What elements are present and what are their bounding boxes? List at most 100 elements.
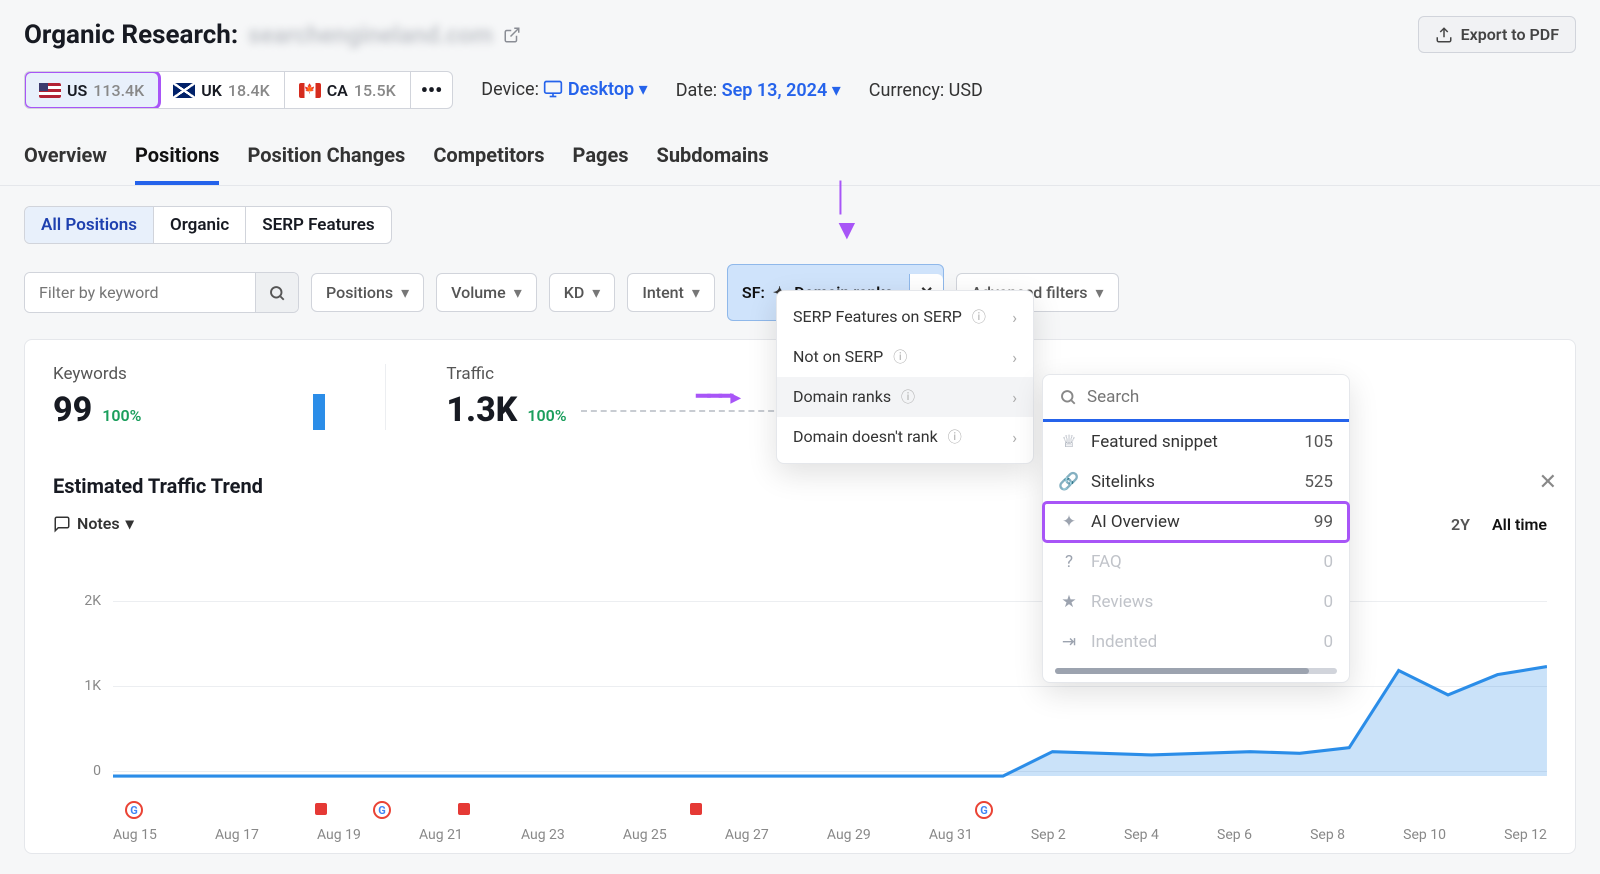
feature-search-input[interactable] bbox=[1087, 387, 1333, 407]
device-label: Device: bbox=[481, 79, 539, 100]
filter-kd[interactable]: KD▾ bbox=[549, 273, 616, 312]
x-tick: Sep 12 bbox=[1504, 827, 1547, 843]
feature-featured-snippet[interactable]: ♕Featured snippet 105 bbox=[1043, 422, 1349, 462]
upload-icon bbox=[1435, 26, 1453, 44]
filter-intent[interactable]: Intent▾ bbox=[627, 273, 715, 312]
feature-count: 0 bbox=[1323, 632, 1333, 652]
filter-positions[interactable]: Positions▾ bbox=[311, 273, 424, 312]
tab-positions[interactable]: Positions bbox=[135, 143, 219, 185]
chevron-down-icon: ▾ bbox=[514, 283, 522, 302]
feature-sitelinks[interactable]: 🔗Sitelinks 525 bbox=[1043, 462, 1349, 502]
sf-option-serp-on-serp[interactable]: SERP Features on SERP ⓘ › bbox=[777, 297, 1033, 337]
x-tick: Aug 19 bbox=[317, 827, 361, 843]
device-selector[interactable]: Device: Desktop ▾ bbox=[481, 79, 647, 101]
y-tick: 1K bbox=[53, 678, 101, 694]
x-tick: Aug 15 bbox=[113, 827, 157, 843]
metric-pct: 100% bbox=[527, 406, 566, 425]
notes-button[interactable]: Notes ▾ bbox=[53, 514, 134, 533]
metric-value: 1.3K bbox=[446, 390, 517, 430]
feature-indented[interactable]: ⇥Indented 0 bbox=[1043, 622, 1349, 662]
currency-label: Currency: USD bbox=[869, 80, 983, 101]
close-chart-button[interactable]: ✕ bbox=[1539, 470, 1557, 495]
tab-competitors[interactable]: Competitors bbox=[433, 143, 544, 185]
feature-count: 0 bbox=[1323, 592, 1333, 612]
chevron-down-icon: ▾ bbox=[692, 283, 700, 302]
google-update-marker[interactable]: G bbox=[975, 801, 993, 819]
search-icon bbox=[268, 284, 286, 302]
range-all-time[interactable]: All time bbox=[1492, 515, 1547, 534]
x-tick: Aug 27 bbox=[725, 827, 769, 843]
desktop-icon bbox=[543, 80, 567, 101]
metric-pct: 100% bbox=[102, 406, 141, 425]
info-icon: ⓘ bbox=[901, 390, 915, 406]
country-more-button[interactable]: ••• bbox=[411, 72, 453, 108]
metric-keywords: Keywords 99 100% bbox=[53, 364, 386, 430]
feature-ai-overview[interactable]: ✦AI Overview 99 bbox=[1043, 502, 1349, 542]
x-tick: Aug 23 bbox=[521, 827, 565, 843]
tab-position-changes[interactable]: Position Changes bbox=[247, 143, 405, 185]
google-update-marker[interactable]: G bbox=[373, 801, 391, 819]
annotation-arrow-right: ━━━ bbox=[696, 382, 738, 410]
range-2y[interactable]: 2Y bbox=[1451, 515, 1470, 534]
filter-volume[interactable]: Volume▾ bbox=[436, 273, 537, 312]
chevron-down-icon: ▾ bbox=[1096, 283, 1104, 302]
google-update-marker[interactable]: G bbox=[125, 801, 143, 819]
x-tick: Aug 25 bbox=[623, 827, 667, 843]
x-tick: Aug 31 bbox=[929, 827, 973, 843]
country-code: UK bbox=[201, 81, 222, 100]
country-tab-ca[interactable]: CA 15.5K bbox=[285, 72, 411, 108]
search-icon bbox=[1059, 388, 1077, 406]
main-tabs: Overview Positions Position Changes Comp… bbox=[0, 121, 1600, 186]
date-label: Date: bbox=[676, 80, 717, 101]
domain-text: searchengineland.com bbox=[248, 21, 493, 49]
x-tick: Sep 6 bbox=[1217, 827, 1252, 843]
y-tick: 2K bbox=[53, 593, 101, 609]
crown-icon: ♕ bbox=[1059, 432, 1079, 452]
search-button[interactable] bbox=[255, 273, 298, 312]
keyword-input[interactable] bbox=[25, 273, 255, 312]
chevron-down-icon: ▾ bbox=[832, 80, 841, 101]
feature-reviews[interactable]: ★Reviews 0 bbox=[1043, 582, 1349, 622]
note-icon bbox=[53, 515, 71, 533]
sf-option-domain-ranks[interactable]: Domain ranks ⓘ › bbox=[777, 377, 1033, 417]
page-title: Organic Research: bbox=[24, 20, 238, 50]
segment-all-positions[interactable]: All Positions bbox=[25, 207, 154, 243]
segment-serp-features[interactable]: SERP Features bbox=[246, 207, 390, 243]
tab-overview[interactable]: Overview bbox=[24, 143, 107, 185]
sf-option-not-on-serp[interactable]: Not on SERP ⓘ › bbox=[777, 337, 1033, 377]
notes-label: Notes bbox=[77, 514, 120, 533]
sf-option-domain-doesnt-rank[interactable]: Domain doesn't rank ⓘ › bbox=[777, 417, 1033, 457]
x-tick: Aug 17 bbox=[215, 827, 259, 843]
tab-subdomains[interactable]: Subdomains bbox=[657, 143, 769, 185]
chevron-right-icon: › bbox=[1012, 428, 1017, 447]
position-segments: All Positions Organic SERP Features bbox=[24, 206, 392, 244]
country-tab-uk[interactable]: UK 18.4K bbox=[159, 72, 285, 108]
chevron-down-icon: ▾ bbox=[401, 283, 409, 302]
export-pdf-button[interactable]: Export to PDF bbox=[1418, 16, 1576, 53]
feature-faq[interactable]: ?FAQ 0 bbox=[1043, 542, 1349, 582]
tab-pages[interactable]: Pages bbox=[573, 143, 629, 185]
x-tick: Sep 2 bbox=[1031, 827, 1066, 843]
flag-ca-icon bbox=[299, 83, 321, 98]
chevron-right-icon: › bbox=[1012, 348, 1017, 367]
link-icon: 🔗 bbox=[1059, 472, 1079, 492]
event-marker[interactable] bbox=[458, 803, 470, 815]
event-marker[interactable] bbox=[315, 803, 327, 815]
segment-organic[interactable]: Organic bbox=[154, 207, 246, 243]
info-icon: ⓘ bbox=[948, 430, 962, 446]
feature-count: 0 bbox=[1323, 552, 1333, 572]
date-selector[interactable]: Date: Sep 13, 2024 ▾ bbox=[676, 80, 841, 101]
annotation-arrow-down: │▼ bbox=[833, 180, 861, 246]
feature-search bbox=[1043, 375, 1349, 422]
event-marker[interactable] bbox=[690, 803, 702, 815]
country-tab-us[interactable]: US 113.4K bbox=[25, 72, 159, 108]
feature-count: 99 bbox=[1314, 512, 1333, 532]
chevron-down-icon: ▾ bbox=[592, 283, 600, 302]
external-link-icon[interactable] bbox=[503, 26, 521, 44]
info-icon: ⓘ bbox=[972, 310, 986, 326]
x-tick: Sep 10 bbox=[1403, 827, 1446, 843]
info-icon: ⓘ bbox=[893, 350, 907, 366]
star-icon: ★ bbox=[1059, 592, 1079, 612]
chevron-down-icon: ▾ bbox=[126, 514, 134, 533]
scrollbar[interactable] bbox=[1055, 668, 1337, 674]
